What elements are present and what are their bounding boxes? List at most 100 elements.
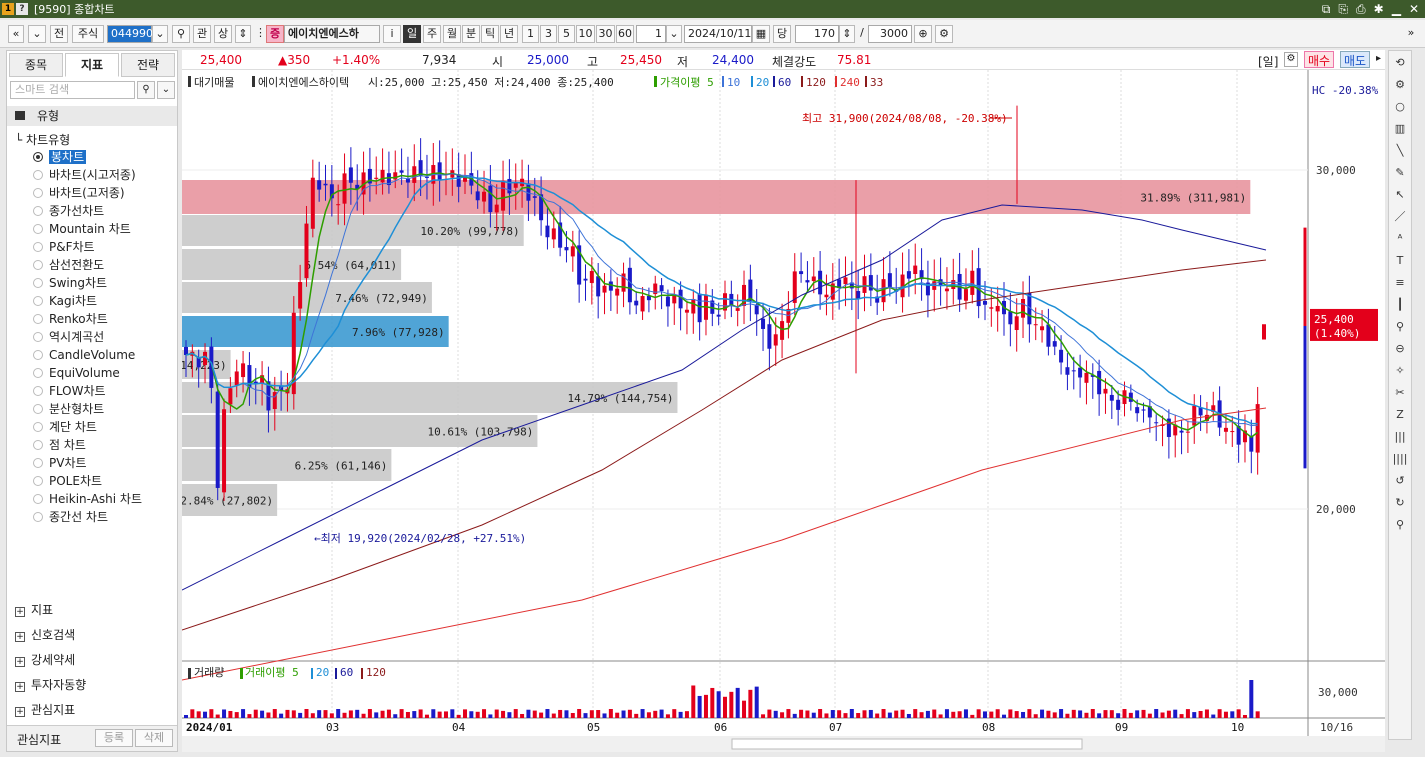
info-button[interactable]: i bbox=[383, 25, 401, 43]
search-icon[interactable]: ⚲ bbox=[137, 81, 155, 99]
group-item[interactable]: + 투자자동향 bbox=[15, 676, 86, 693]
radio-icon[interactable] bbox=[33, 368, 43, 378]
sell-button[interactable]: 매도 bbox=[1340, 51, 1371, 68]
trendline-icon[interactable]: ╲ bbox=[1392, 143, 1408, 159]
copy-icon[interactable]: ⎘ bbox=[1338, 0, 1348, 18]
bars-icon[interactable]: ||| bbox=[1392, 429, 1408, 445]
chart-type-item[interactable]: Renko차트 bbox=[33, 311, 108, 327]
window-restore-icon[interactable]: ⧉ bbox=[1322, 0, 1331, 18]
group-item[interactable]: + 관심지표 bbox=[15, 701, 75, 718]
radio-icon[interactable] bbox=[33, 152, 43, 162]
period-button[interactable]: 일 bbox=[403, 25, 421, 43]
chart-area[interactable]: 25,400 ▲350 +1.40% 7,934 시 25,000 고 25,4… bbox=[182, 50, 1385, 752]
radio-icon[interactable] bbox=[33, 332, 43, 342]
dang-button[interactable]: 당 bbox=[773, 25, 791, 43]
radio-icon[interactable] bbox=[33, 404, 43, 414]
prev-button[interactable]: « bbox=[8, 25, 24, 43]
radio-icon[interactable] bbox=[33, 422, 43, 432]
chart-type-item[interactable]: Kagi차트 bbox=[33, 293, 97, 309]
radio-icon[interactable] bbox=[33, 260, 43, 270]
period-button[interactable]: 년 bbox=[500, 25, 518, 43]
help-icon[interactable]: ? bbox=[16, 3, 28, 15]
radio-icon[interactable] bbox=[33, 386, 43, 396]
gear-icon[interactable]: ⚙ bbox=[1284, 52, 1298, 67]
radio-icon[interactable] bbox=[33, 242, 43, 252]
expand-plus-icon[interactable]: + bbox=[15, 682, 25, 692]
radio-icon[interactable] bbox=[33, 476, 43, 486]
tab-0[interactable]: 종목 bbox=[9, 53, 63, 77]
chart-type-item[interactable]: PV차트 bbox=[33, 455, 87, 471]
pointer-icon[interactable]: ↖ bbox=[1392, 187, 1408, 203]
zoom-add-icon[interactable]: ⊕ bbox=[914, 25, 932, 43]
scrollbar-thumb[interactable] bbox=[731, 738, 1083, 750]
unit-dropdown-icon[interactable]: ⌄ bbox=[666, 25, 682, 43]
chart-type-item[interactable]: 역시계곡선 bbox=[33, 329, 104, 345]
expand-plus-icon[interactable]: + bbox=[15, 657, 25, 667]
section-type[interactable]: 유형 bbox=[7, 106, 177, 126]
circle-icon[interactable]: ○ bbox=[1392, 99, 1408, 115]
redo-icon[interactable]: ↻ bbox=[1392, 495, 1408, 511]
minute-button[interactable]: 5 bbox=[558, 25, 575, 43]
chart-settings-icon[interactable]: ⚙ bbox=[935, 25, 953, 43]
total-input[interactable]: 3000 bbox=[868, 25, 912, 43]
radio-icon[interactable] bbox=[33, 494, 43, 504]
chart-type-item[interactable]: 봉차트 bbox=[33, 149, 87, 165]
magic-icon[interactable]: ✧ bbox=[1392, 363, 1408, 379]
expand-plus-icon[interactable]: + bbox=[15, 607, 25, 617]
sang-button[interactable]: 상 bbox=[214, 25, 232, 43]
count-stepper-icon[interactable]: ⇕ bbox=[839, 25, 855, 43]
chart-type-item[interactable]: Heikin-Ashi 차트 bbox=[33, 491, 142, 507]
group-item[interactable]: + 지표 bbox=[15, 601, 53, 618]
code-dropdown-icon[interactable]: ⌄ bbox=[152, 25, 168, 43]
group-item[interactable]: + 강세약세 bbox=[15, 651, 75, 668]
minute-button[interactable]: 3 bbox=[540, 25, 557, 43]
radio-icon[interactable] bbox=[33, 278, 43, 288]
radio-icon[interactable] bbox=[33, 188, 43, 198]
tab-1[interactable]: 지표 bbox=[65, 53, 119, 77]
chart-type-item[interactable]: 바차트(고저종) bbox=[33, 185, 125, 201]
auto-icon[interactable]: ᴬ bbox=[1392, 231, 1408, 247]
tab-2[interactable]: 전략 bbox=[121, 53, 175, 77]
gear-icon[interactable]: ⚙ bbox=[1392, 77, 1408, 93]
dropdown-arrow-icon[interactable]: ⌄ bbox=[28, 25, 46, 43]
stepper-icon[interactable]: ⇕ bbox=[235, 25, 251, 43]
register-button[interactable]: 등록 bbox=[95, 729, 133, 747]
calendar-icon[interactable]: ▦ bbox=[752, 25, 770, 43]
day-button[interactable]: [일] bbox=[1258, 53, 1278, 70]
settings-icon[interactable]: ✱ bbox=[1374, 0, 1384, 18]
period-button[interactable]: 틱 bbox=[481, 25, 499, 43]
chart-type-item[interactable]: 계단 차트 bbox=[33, 419, 97, 435]
chart-type-item[interactable]: P&F차트 bbox=[33, 239, 95, 255]
close-icon[interactable]: ✕ bbox=[1409, 0, 1419, 18]
period-button[interactable]: 분 bbox=[462, 25, 480, 43]
buy-button[interactable]: 매수 bbox=[1304, 51, 1335, 68]
candle-icon[interactable]: ┃ bbox=[1392, 297, 1408, 313]
market-type-select[interactable]: 주식 bbox=[72, 25, 104, 43]
smart-search-input[interactable]: 스마트 검색 bbox=[10, 81, 135, 99]
minute-button[interactable]: 30 bbox=[596, 25, 615, 43]
expand-plus-icon[interactable]: + bbox=[15, 707, 25, 717]
radio-icon[interactable] bbox=[33, 296, 43, 306]
bars2-icon[interactable]: |||| bbox=[1392, 451, 1408, 467]
chart-type-item[interactable]: POLE차트 bbox=[33, 473, 102, 489]
expand-right-icon[interactable]: ▸ bbox=[1376, 53, 1381, 64]
unit-input[interactable]: 1 bbox=[636, 25, 666, 43]
delete-button[interactable]: 삭제 bbox=[135, 729, 173, 747]
chart-type-item[interactable]: 종간선 차트 bbox=[33, 509, 108, 525]
expand-icon[interactable]: ⌄ bbox=[157, 81, 175, 99]
stock-name-field[interactable]: 에이치엔에스하 bbox=[284, 25, 380, 43]
print-icon[interactable]: ⎙ bbox=[1356, 0, 1366, 18]
group-item[interactable]: + 신호검색 bbox=[15, 626, 75, 643]
stock-code-input[interactable]: 044990 bbox=[107, 25, 153, 43]
count-input[interactable]: 170 bbox=[795, 25, 839, 43]
date-input[interactable]: 2024/10/11 bbox=[684, 25, 752, 43]
chart-type-item[interactable]: 점 차트 bbox=[33, 437, 86, 453]
chart-type-item[interactable]: CandleVolume bbox=[33, 347, 135, 363]
radio-icon[interactable] bbox=[33, 314, 43, 324]
chart-type-item[interactable]: 종가선차트 bbox=[33, 203, 104, 219]
text-icon[interactable]: T bbox=[1392, 253, 1408, 269]
all-button[interactable]: 전 bbox=[50, 25, 68, 43]
search-icon[interactable]: ⚲ bbox=[1392, 517, 1408, 533]
chart-icon[interactable]: ▥ bbox=[1392, 121, 1408, 137]
expand-plus-icon[interactable]: + bbox=[15, 632, 25, 642]
